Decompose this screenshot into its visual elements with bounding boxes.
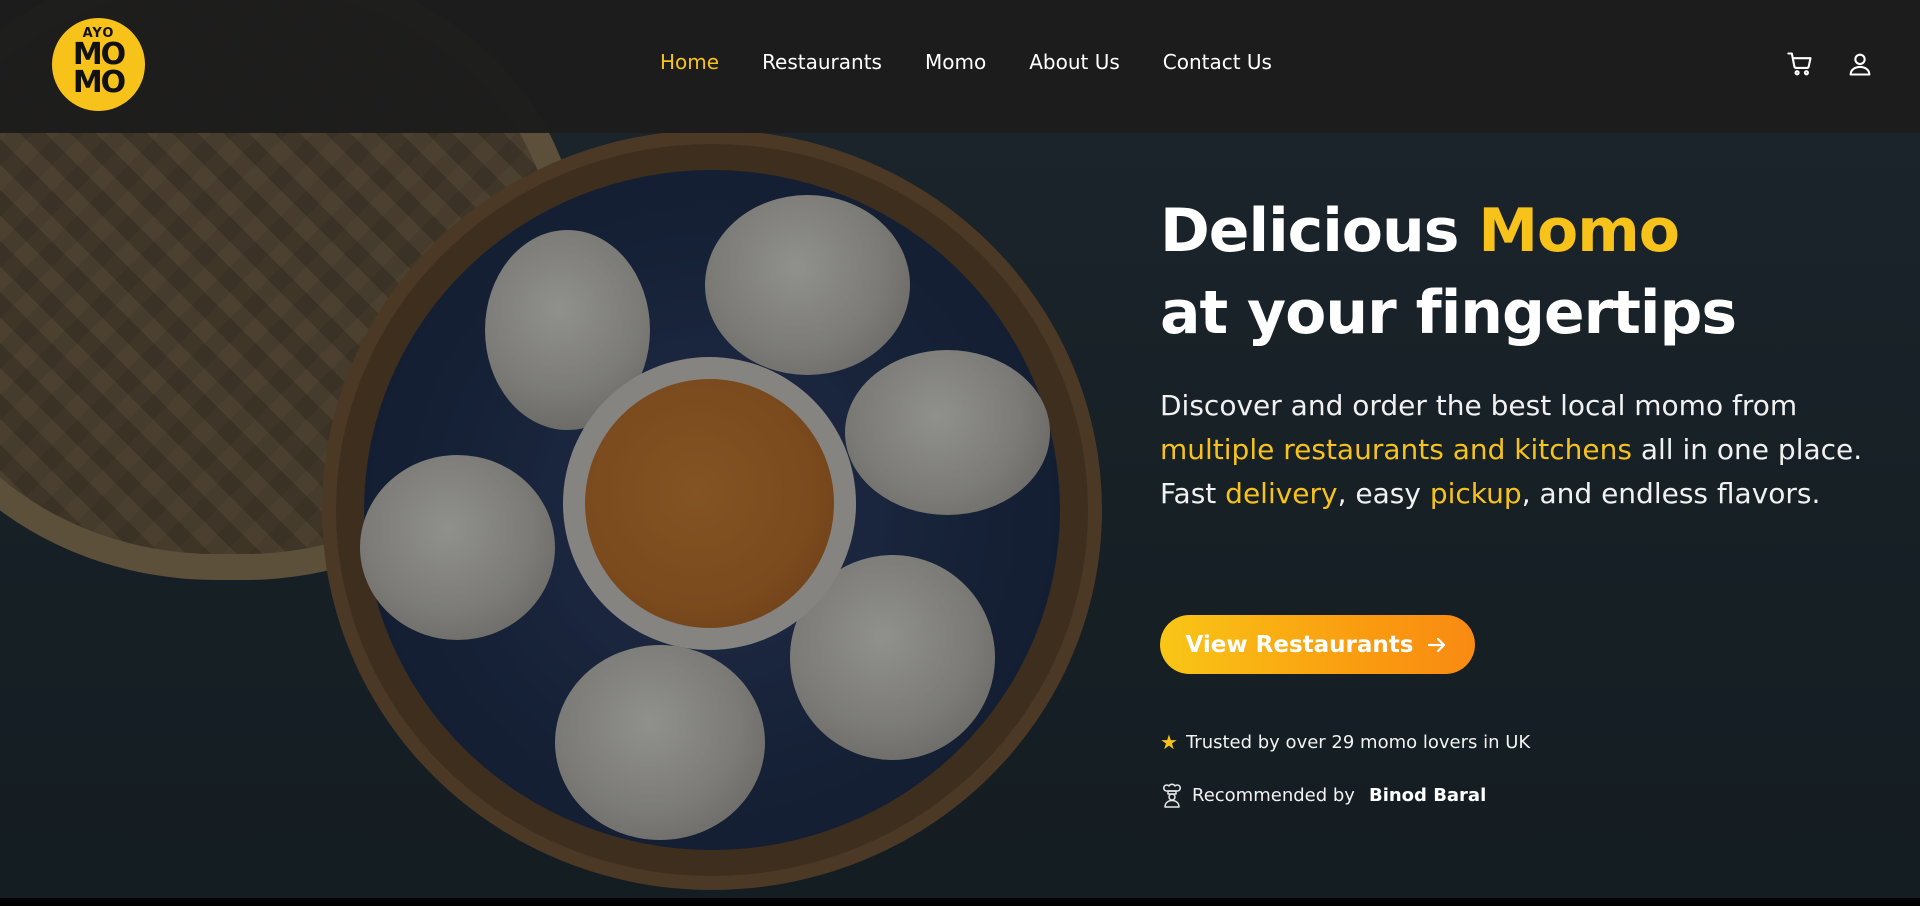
sparkle-star-icon: ★ (1160, 730, 1178, 754)
trust-text: Trusted by over 29 momo lovers in UK (1185, 731, 1531, 753)
hero-title-highlight: Momo (1478, 196, 1680, 266)
nav-links: Home Restaurants Momo About Us Contact U… (660, 50, 1315, 74)
hero-title-part: Delicious (1160, 196, 1479, 266)
desc-highlight: multiple restaurants and kitchens (1160, 433, 1632, 466)
desc-text: , and endless flavors. (1521, 477, 1821, 510)
nav-item-home[interactable]: Home (660, 50, 719, 74)
nav-item-momo[interactable]: Momo (925, 50, 986, 74)
hero-description: Discover and order the best local momo f… (1160, 384, 1880, 516)
arrow-right-icon (1428, 637, 1446, 652)
cta-label: View Restaurants (1185, 631, 1414, 658)
brand-logo[interactable]: AYO MO MO (52, 18, 145, 111)
chef-icon (1163, 783, 1181, 808)
nav-item-about-us[interactable]: About Us (1029, 50, 1120, 74)
hero-title-line2: at your fingertips (1160, 278, 1737, 348)
nav-item-restaurants[interactable]: Restaurants (762, 50, 882, 74)
desc-text: , easy (1337, 477, 1430, 510)
user-icon[interactable] (1846, 50, 1874, 78)
hero-section: Delicious Momo at your fingertips Discov… (1160, 190, 1880, 808)
nav-icons (1786, 50, 1874, 78)
recommended-name: Binod Baral (1368, 784, 1487, 806)
cart-icon[interactable] (1786, 50, 1814, 78)
recommended-prefix: Recommended by (1192, 784, 1355, 806)
desc-highlight: delivery (1225, 477, 1338, 510)
recommended-line: Recommended by Binod Baral (1160, 782, 1486, 808)
hero-title: Delicious Momo at your fingertips (1160, 190, 1880, 354)
desc-highlight: pickup (1429, 477, 1522, 510)
desc-text: Discover and order the best local momo f… (1160, 389, 1798, 422)
view-restaurants-button[interactable]: View Restaurants (1160, 615, 1475, 674)
logo-row-2: MO (72, 65, 126, 100)
page: AYO MO MO Home Restaurants Momo About Us… (0, 0, 1920, 898)
bottom-bar (0, 898, 1920, 906)
trust-line: ★ Trusted by over 29 momo lovers in UK (1160, 730, 1530, 754)
navbar: AYO MO MO Home Restaurants Momo About Us… (0, 0, 1920, 133)
nav-item-contact-us[interactable]: Contact Us (1163, 50, 1272, 74)
